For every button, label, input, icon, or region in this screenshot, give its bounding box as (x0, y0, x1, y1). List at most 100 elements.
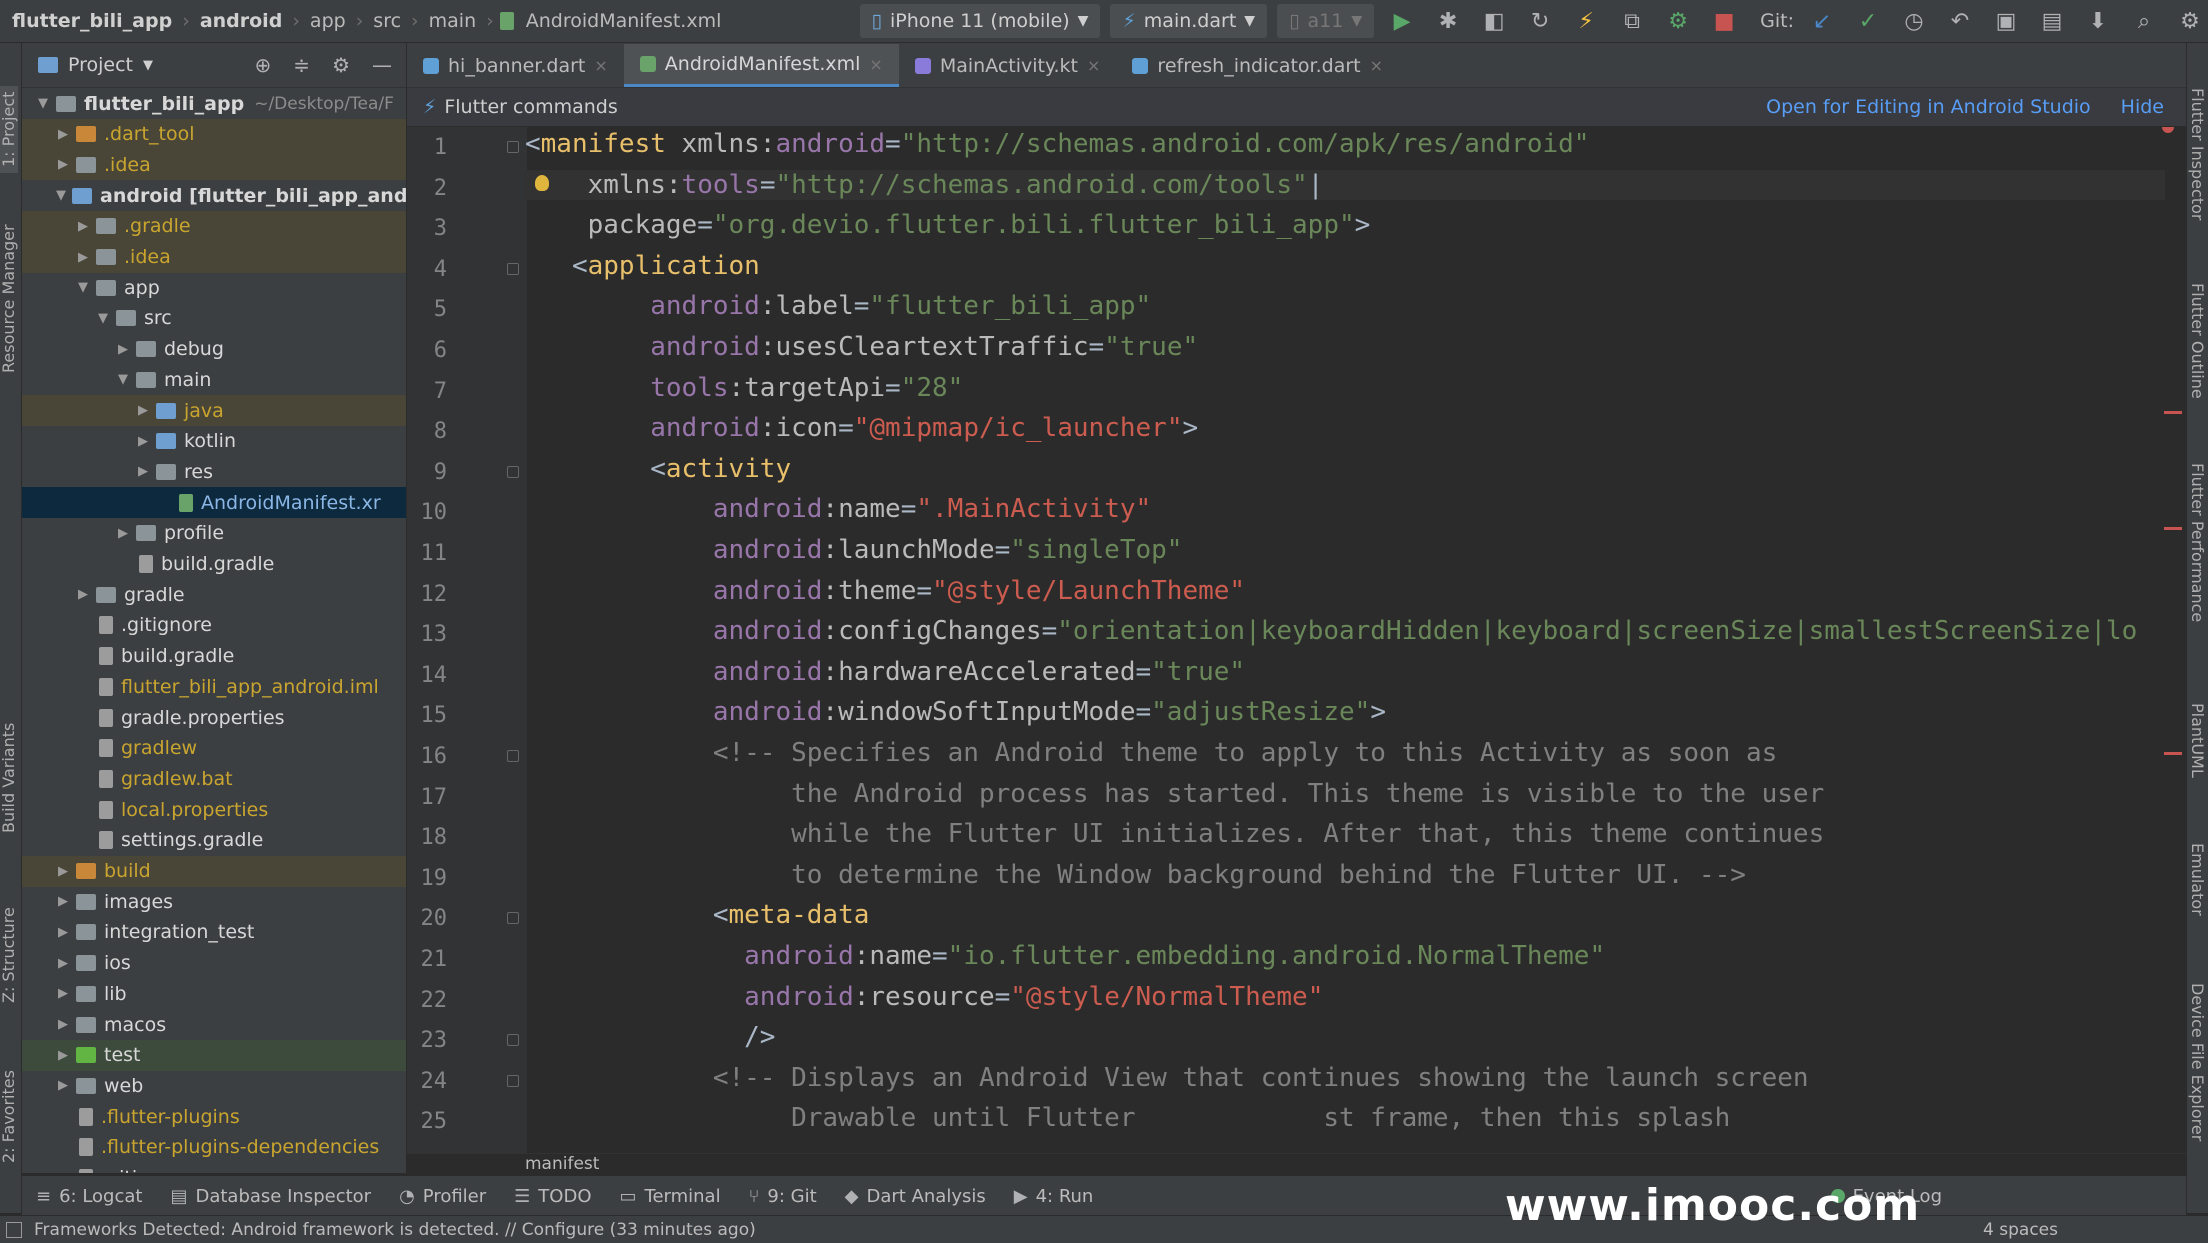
breadcrumb-item[interactable]: main (425, 10, 480, 32)
tree-item[interactable]: gradlew.bat (22, 763, 406, 794)
device-file-explorer-tool-tab[interactable]: Device File Explorer (2188, 983, 2207, 1141)
tree-item[interactable]: ▶ debug (22, 334, 406, 365)
close-icon[interactable]: × (869, 55, 882, 74)
build-variants-tool-tab[interactable]: Build Variants (0, 723, 18, 833)
chevron-down-icon[interactable]: ▼ (143, 58, 153, 73)
code-line[interactable]: android:windowSoftInputMode="adjustResiz… (525, 697, 1386, 727)
chevron-right-icon[interactable]: ▶ (56, 1017, 70, 1032)
fold-marker-icon[interactable] (507, 912, 519, 925)
git-update-icon[interactable]: ↙ (1804, 3, 1840, 39)
chevron-right-icon[interactable]: ▶ (76, 250, 90, 265)
tree-item[interactable]: ▶ build (22, 855, 406, 887)
tree-item[interactable]: ▶ .idea (22, 149, 406, 181)
tree-item[interactable]: settings.gradle (22, 825, 406, 856)
code-line[interactable]: <manifest xmlns:android="http://schemas.… (525, 129, 1589, 159)
tree-item[interactable]: ▶ web (22, 1070, 406, 1101)
editor-tab[interactable]: MainActivity.kt × (899, 44, 1117, 87)
close-icon[interactable]: × (1087, 56, 1100, 75)
fold-marker-icon[interactable] (507, 1034, 519, 1047)
tree-item[interactable]: gradlew (22, 733, 406, 764)
tree-item[interactable]: ▼ src (22, 303, 406, 334)
breadcrumb-item[interactable]: android (196, 10, 287, 32)
editor-tab[interactable]: AndroidManifest.xml × (623, 44, 899, 87)
tree-item[interactable]: ▶ kotlin (22, 426, 406, 457)
tree-item[interactable]: .flutter-plugins (22, 1101, 406, 1132)
tree-item[interactable]: ▶ res (22, 456, 406, 487)
tree-item[interactable]: ▶ macos (22, 1009, 406, 1040)
tree-item[interactable]: ▶ java (22, 395, 406, 426)
tree-item[interactable]: ▼ main (22, 364, 406, 395)
chevron-right-icon[interactable]: ▶ (56, 956, 70, 971)
sdk-manager-icon[interactable]: ⬇ (2080, 3, 2116, 39)
stop-icon[interactable]: ■ (1706, 3, 1742, 39)
bottom-tool-tab[interactable]: ▤ Database Inspector (156, 1186, 385, 1207)
tree-item[interactable]: AndroidManifest.xr (22, 487, 406, 519)
chevron-down-icon[interactable]: ▼ (116, 372, 130, 387)
tree-item[interactable]: gradle.properties (22, 702, 406, 733)
tree-item[interactable]: ▶ lib (22, 978, 406, 1009)
status-message[interactable]: Frameworks Detected: Android framework i… (34, 1220, 756, 1240)
hot-reload-icon[interactable]: ⚡ (1568, 3, 1604, 39)
breadcrumb-item[interactable]: AndroidManifest.xml (522, 10, 726, 32)
code-line[interactable]: <meta-data (525, 900, 870, 930)
code-line[interactable]: while the Flutter UI initializes. After … (525, 819, 1824, 849)
tree-item[interactable]: .gitignore (22, 610, 406, 641)
settings-icon[interactable]: ⚙ (2172, 3, 2208, 39)
code-line[interactable]: <application (525, 251, 760, 281)
code-line[interactable]: android:name="io.flutter.embedding.andro… (525, 941, 1605, 971)
fold-marker-icon[interactable] (507, 465, 519, 478)
chevron-right-icon[interactable]: ▶ (76, 587, 90, 602)
favorites-tool-tab[interactable]: 2: Favorites (0, 1070, 18, 1163)
chevron-down-icon[interactable]: ▼ (76, 280, 90, 295)
flutter-inspector-tool-tab[interactable]: Flutter Inspector (2188, 88, 2207, 220)
flutter-devtools-icon[interactable]: ⚙ (1660, 3, 1696, 39)
project-view-selector[interactable]: Project (68, 54, 133, 76)
flutter-outline-tool-tab[interactable]: Flutter Outline (2188, 283, 2207, 399)
indent-indicator[interactable]: 4 spaces (1983, 1220, 2058, 1240)
coverage-icon[interactable]: ◧ (1476, 3, 1512, 39)
fold-marker-icon[interactable] (507, 1074, 519, 1087)
status-frame-icon[interactable] (6, 1221, 22, 1238)
chevron-right-icon[interactable]: ▶ (136, 434, 150, 449)
fold-marker-icon[interactable] (507, 750, 519, 762)
chevron-right-icon[interactable]: ▶ (56, 1078, 70, 1093)
chevron-right-icon[interactable]: ▶ (56, 1048, 70, 1063)
tree-item[interactable]: build.gradle (22, 549, 406, 580)
code-line[interactable]: android:resource="@style/NormalTheme" (525, 982, 1323, 1012)
chevron-down-icon[interactable]: ▼ (56, 188, 66, 203)
chevron-right-icon[interactable]: ▶ (56, 925, 70, 940)
bottom-tool-tab[interactable]: ≡ 6: Logcat (22, 1186, 156, 1207)
breadcrumb-item[interactable]: app (306, 10, 350, 32)
git-commit-icon[interactable]: ✓ (1850, 3, 1886, 39)
code-line[interactable]: the Android process has started. This th… (525, 779, 1824, 809)
code-editor[interactable]: 1 2 3 4 5 6 7 8 9 10 11 12 13 14 15 16 17 18 19 20 21 22 23 24 2… (407, 127, 2186, 1153)
code-line[interactable]: android:name=".MainActivity" (525, 494, 1151, 524)
layout-icon[interactable]: ▣ (1988, 3, 2024, 39)
flutter-performance-tool-tab[interactable]: Flutter Performance (2188, 463, 2207, 622)
code-line[interactable]: package="org.devio.flutter.bili.flutter_… (525, 210, 1371, 240)
resource-manager-tool-tab[interactable]: Resource Manager (0, 224, 18, 373)
tree-item[interactable]: flutter_bili_app_android.iml (22, 671, 406, 702)
code-line[interactable]: tools:targetApi="28" (525, 373, 963, 403)
close-icon[interactable]: × (594, 56, 607, 75)
search-icon[interactable]: ⌕ (2126, 3, 2162, 39)
tree-item[interactable]: ▶ images (22, 886, 406, 917)
code-line[interactable]: android:label="flutter_bili_app" (525, 291, 1151, 321)
tree-item[interactable]: .gitignore (22, 1163, 406, 1173)
chevron-right-icon[interactable]: ▶ (56, 986, 70, 1001)
tree-item[interactable]: ▶ profile (22, 518, 406, 549)
chevron-right-icon[interactable]: ▶ (116, 342, 130, 357)
tree-item[interactable]: ▼ flutter_bili_app ~/Desktop/Tea/F (22, 88, 406, 119)
plantuml-tool-tab[interactable]: PlantUML (2188, 703, 2207, 778)
chevron-down-icon[interactable]: ▼ (96, 311, 110, 326)
tree-item[interactable]: local.properties (22, 794, 406, 825)
tree-item[interactable]: ▶ test (22, 1039, 406, 1071)
tree-item[interactable]: ▶ .gradle (22, 210, 406, 242)
chevron-right-icon[interactable]: ▶ (76, 219, 90, 234)
chevron-right-icon[interactable]: ▶ (136, 464, 150, 479)
run-config-selector[interactable]: ⚡ main.dart ▼ (1110, 4, 1268, 38)
bottom-tool-tab[interactable]: ☰ TODO (500, 1186, 605, 1207)
minimize-icon[interactable]: — (372, 53, 392, 77)
tree-item[interactable]: ▶ integration_test (22, 917, 406, 948)
tree-item[interactable]: ▶ .dart_tool (22, 118, 406, 150)
